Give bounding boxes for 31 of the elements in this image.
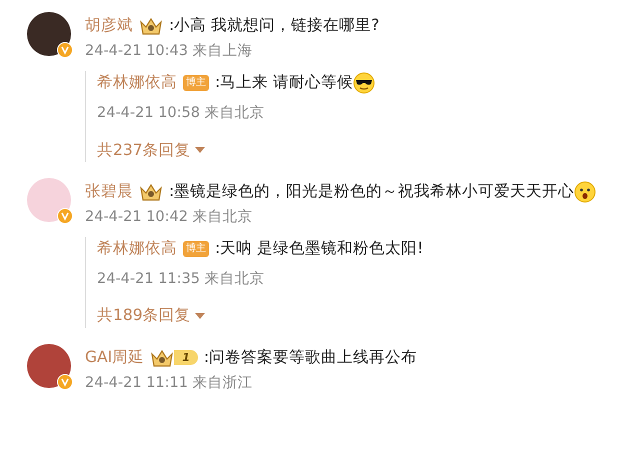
username[interactable]: 希林娜依高 <box>97 236 177 260</box>
level-badge: 1 <box>174 350 198 365</box>
reply-text: :马上来 请耐心等候 <box>215 72 354 94</box>
verified-icon <box>57 42 73 58</box>
author-tag: 博主 <box>183 74 209 91</box>
comment-text: :墨镜是绿色的，阳光是粉色的～祝我希林小可爱天天开心 <box>169 181 574 202</box>
crown-icon <box>139 16 163 36</box>
username[interactable]: 胡彦斌 <box>85 14 133 38</box>
author-tag: 博主 <box>183 240 209 256</box>
username[interactable]: GAI周延 <box>85 346 144 370</box>
timestamp: 24-4-21 10:58 来自北京 <box>97 104 266 123</box>
username[interactable]: 希林娜依高 <box>97 71 177 94</box>
crown-icon <box>150 348 174 368</box>
verified-icon <box>57 208 73 224</box>
timestamp: 24-4-21 10:42 来自北京 <box>85 208 254 227</box>
verified-icon <box>57 374 73 390</box>
sunglasses-emoji-icon <box>353 72 376 94</box>
crown-icon <box>139 182 163 202</box>
timestamp: 24-4-21 11:35 来自北京 <box>97 270 266 288</box>
avatar[interactable] <box>27 12 71 56</box>
username[interactable]: 张碧晨 <box>85 180 133 204</box>
timestamp: 24-4-21 11:11 来自浙江 <box>85 374 254 392</box>
caret-down-icon <box>194 312 205 319</box>
timestamp: 24-4-21 10:43 来自上海 <box>85 42 254 61</box>
comment-text: :问卷答案要等歌曲上线再公布 <box>204 346 418 368</box>
surprised-emoji-icon <box>574 180 596 203</box>
reply-text: :天呐 是绿色墨镜和粉色太阳! <box>215 238 424 259</box>
comment-text: :小高 我就想问，链接在哪里? <box>169 15 380 36</box>
caret-down-icon <box>194 147 205 154</box>
view-replies-link[interactable]: 共237条回复 <box>97 138 380 162</box>
view-replies-link[interactable]: 共189条回复 <box>97 304 596 328</box>
